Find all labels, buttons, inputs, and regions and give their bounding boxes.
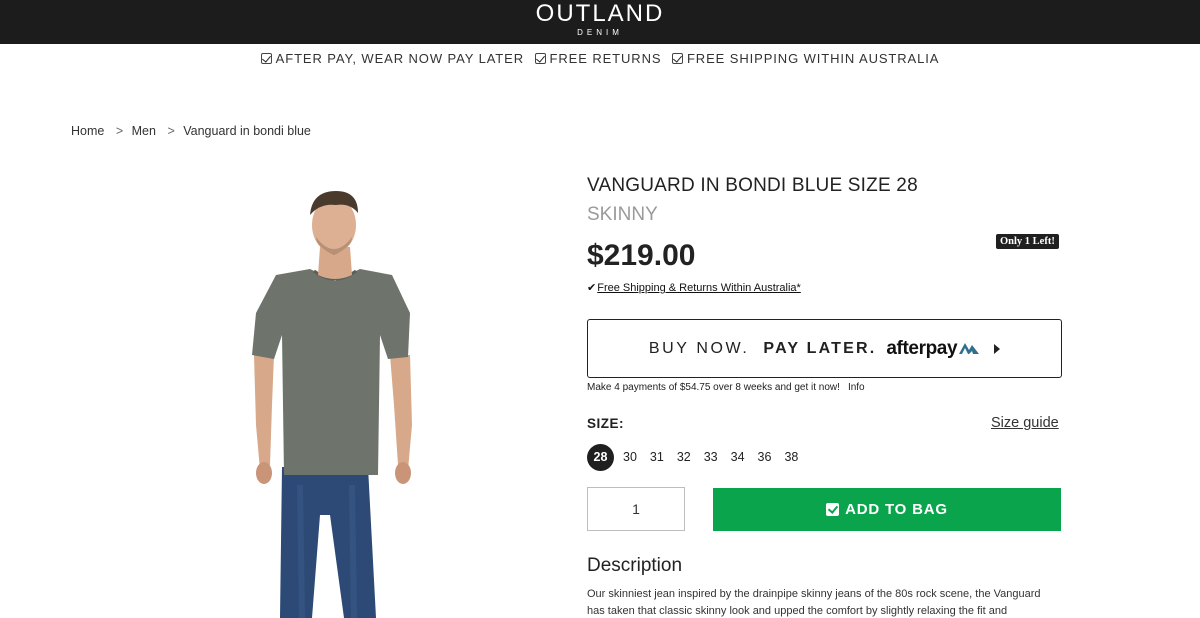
size-option-32[interactable]: 32 <box>677 444 691 471</box>
size-option-36[interactable]: 36 <box>758 444 772 471</box>
shipping-returns-link[interactable]: Free Shipping & Returns Within Australia… <box>597 282 801 294</box>
check-square-icon <box>534 53 546 64</box>
afterpay-buy-now: BUY NOW. <box>648 339 750 357</box>
size-guide-link[interactable]: Size guide <box>991 415 1059 431</box>
size-selector: 28 30 31 32 33 34 36 38 <box>587 444 811 471</box>
size-option-31[interactable]: 31 <box>650 444 664 471</box>
afterpay-installments: Make 4 payments of $54.75 over 8 weeks a… <box>587 382 865 393</box>
logo-wordmark: OUTLAND <box>535 0 665 27</box>
benefit-free-returns: FREE RETURNS <box>534 51 662 66</box>
size-option-30[interactable]: 30 <box>623 444 637 471</box>
benefit-label: FREE RETURNS <box>549 51 662 66</box>
afterpay-logo: afterpay <box>886 338 980 360</box>
product-title: VANGUARD IN BONDI BLUE SIZE 28 <box>587 175 918 196</box>
check-square-icon <box>671 53 683 64</box>
quantity-input[interactable]: 1 <box>587 487 685 531</box>
top-header: OUTLAND DENIM <box>0 0 1200 44</box>
stock-badge: Only 1 Left! <box>996 234 1059 249</box>
caret-right-icon <box>994 343 1001 354</box>
check-square-icon <box>826 503 840 516</box>
size-option-38[interactable]: 38 <box>784 444 798 471</box>
breadcrumb-men[interactable]: Men <box>132 124 156 138</box>
benefit-afterpay: AFTER PAY, WEAR NOW PAY LATER <box>260 51 525 66</box>
afterpay-logo-text: afterpay <box>886 337 958 359</box>
installments-text: Make 4 payments of $54.75 over 8 weeks a… <box>587 382 840 393</box>
afterpay-info-link[interactable]: Info <box>848 382 865 393</box>
size-option-34[interactable]: 34 <box>731 444 745 471</box>
breadcrumb-home[interactable]: Home <box>71 124 104 138</box>
breadcrumb-current: Vanguard in bondi blue <box>183 124 311 138</box>
breadcrumb-separator: > <box>167 124 175 138</box>
product-price: $219.00 <box>587 239 696 272</box>
brand-logo[interactable]: OUTLAND DENIM <box>0 1 1200 38</box>
product-fit: SKINNY <box>587 204 658 225</box>
check-square-icon <box>260 53 272 64</box>
size-label: SIZE: <box>587 416 625 431</box>
breadcrumb-separator: > <box>115 124 124 138</box>
add-to-bag-button[interactable]: ADD TO BAG <box>713 488 1061 531</box>
breadcrumb: Home > Men > Vanguard in bondi blue <box>71 124 311 138</box>
benefit-label: FREE SHIPPING WITHIN AUSTRALIA <box>686 51 940 66</box>
logo-subtitle: DENIM <box>577 28 623 37</box>
shipping-note: ✔Free Shipping & Returns Within Australi… <box>587 281 801 294</box>
size-option-28[interactable]: 28 <box>587 444 614 471</box>
afterpay-pay-later: PAY LATER. <box>763 339 877 357</box>
benefit-free-shipping: FREE SHIPPING WITHIN AUSTRALIA <box>671 51 940 66</box>
add-to-bag-label: ADD TO BAG <box>845 501 948 518</box>
benefit-label: AFTER PAY, WEAR NOW PAY LATER <box>275 51 525 66</box>
description-heading: Description <box>587 555 683 576</box>
product-image[interactable] <box>240 185 430 618</box>
benefits-bar: AFTER PAY, WEAR NOW PAY LATER FREE RETUR… <box>0 51 1200 66</box>
afterpay-button[interactable]: BUY NOW. PAY LATER. afterpay <box>587 319 1062 378</box>
afterpay-arrows-icon <box>959 342 980 354</box>
checkmark-icon: ✔ <box>587 282 597 294</box>
size-option-33[interactable]: 33 <box>704 444 718 471</box>
description-text: Our skinniest jean inspired by the drain… <box>587 588 1041 617</box>
